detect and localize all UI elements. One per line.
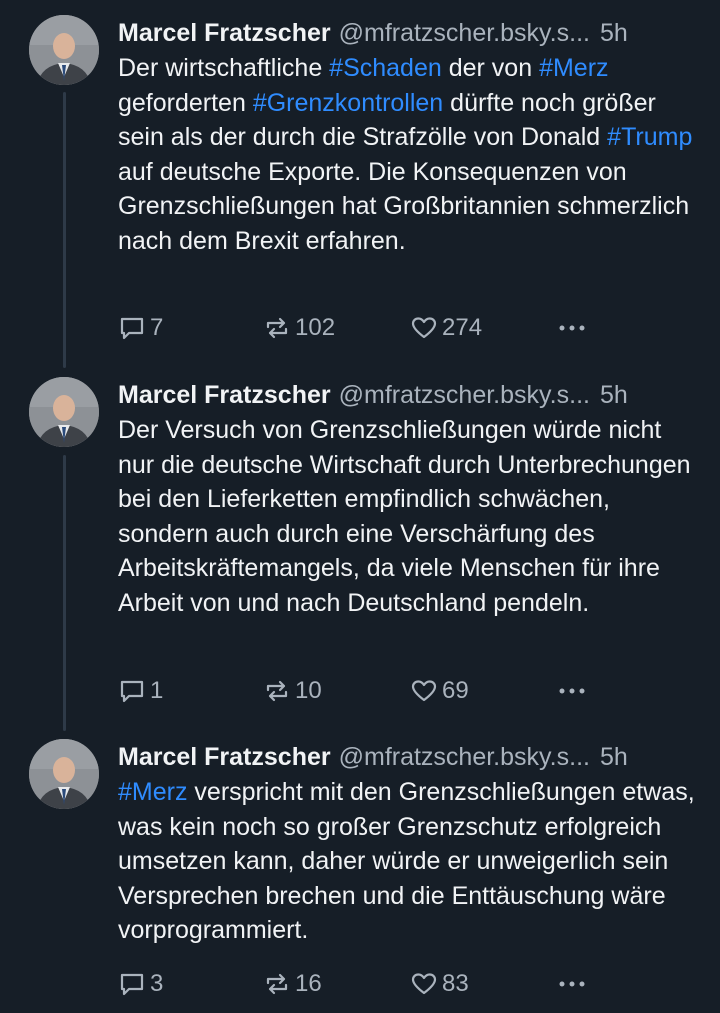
- like-button[interactable]: 274: [410, 311, 482, 345]
- reply-count: 3: [150, 970, 164, 997]
- speech-bubble-icon: [120, 680, 144, 703]
- heart-icon: [411, 680, 437, 702]
- repost-button[interactable]: 16: [263, 967, 322, 1001]
- avatar[interactable]: [29, 15, 99, 85]
- reply-button[interactable]: 7: [118, 311, 163, 345]
- like-count: 83: [442, 970, 469, 997]
- ellipsis-icon: [559, 981, 585, 987]
- speech-bubble-icon: [120, 317, 144, 340]
- more-options-button[interactable]: [556, 967, 588, 1001]
- avatar-photo: [29, 15, 99, 85]
- repost-count: 10: [295, 677, 322, 704]
- more-options-button[interactable]: [556, 674, 588, 708]
- like-button[interactable]: 69: [410, 674, 469, 708]
- post-actions: 7 102 274: [118, 311, 598, 345]
- avatar-photo: [29, 739, 99, 809]
- post-time[interactable]: 5h: [600, 739, 628, 775]
- avatar[interactable]: [29, 739, 99, 809]
- post-text: #Merz verspricht mit den Grenzschließung…: [118, 775, 703, 948]
- like-count: 274: [442, 314, 483, 341]
- thread-line: [63, 455, 66, 731]
- hashtag-link[interactable]: #Trump: [607, 123, 692, 151]
- heart-icon: [411, 973, 437, 995]
- hashtag-link[interactable]: #Grenzkontrollen: [253, 89, 443, 117]
- text-segment: geforderten: [118, 88, 253, 117]
- ellipsis-icon: [559, 325, 585, 331]
- repost-button[interactable]: 10: [263, 674, 322, 708]
- repost-button[interactable]: 102: [263, 311, 335, 345]
- repost-arrows-icon: [266, 680, 288, 702]
- post-time[interactable]: 5h: [600, 15, 628, 51]
- like-count: 69: [442, 677, 469, 704]
- repost-arrows-icon: [266, 317, 288, 339]
- text-segment: Der Versuch von Grenzschließungen würde …: [118, 416, 691, 617]
- author-name[interactable]: Marcel Fratzscher: [118, 377, 331, 413]
- post-text: Der Versuch von Grenzschließungen würde …: [118, 413, 703, 620]
- author-handle[interactable]: @mfratzscher.bsky.s...: [339, 377, 590, 413]
- reply-button[interactable]: 3: [118, 967, 163, 1001]
- reply-count: 1: [150, 677, 164, 704]
- author-handle[interactable]: @mfratzscher.bsky.s...: [339, 15, 590, 51]
- author-handle[interactable]: @mfratzscher.bsky.s...: [339, 739, 590, 775]
- post-time[interactable]: 5h: [600, 377, 628, 413]
- post-text: Der wirtschaftliche #Schaden der von #Me…: [118, 51, 703, 258]
- repost-arrows-icon: [266, 973, 288, 995]
- avatar-photo: [29, 377, 99, 447]
- like-button[interactable]: 83: [410, 967, 469, 1001]
- speech-bubble-icon: [120, 973, 144, 996]
- author-name[interactable]: Marcel Fratzscher: [118, 739, 331, 775]
- reply-count: 7: [150, 314, 164, 341]
- thread-line: [63, 92, 66, 368]
- author-name[interactable]: Marcel Fratzscher: [118, 15, 331, 51]
- text-segment: verspricht mit den Grenzschließungen etw…: [118, 778, 695, 944]
- reply-button[interactable]: 1: [118, 674, 163, 708]
- post-actions: 3 16 83: [118, 967, 598, 1001]
- repost-count: 16: [295, 970, 322, 997]
- hashtag-link[interactable]: #Merz: [118, 778, 187, 806]
- text-segment: Der wirtschaftliche: [118, 54, 330, 82]
- ellipsis-icon: [559, 688, 585, 694]
- text-segment: der von: [441, 54, 540, 82]
- hashtag-link[interactable]: #Schaden: [329, 54, 442, 82]
- avatar[interactable]: [29, 377, 99, 447]
- more-options-button[interactable]: [556, 311, 588, 345]
- heart-icon: [411, 317, 437, 339]
- post-actions: 1 10 69: [118, 674, 598, 708]
- hashtag-link[interactable]: #Merz: [539, 54, 608, 82]
- text-segment: auf deutsche Exporte. Die Konsequenzen v…: [118, 157, 690, 255]
- repost-count: 102: [295, 314, 336, 341]
